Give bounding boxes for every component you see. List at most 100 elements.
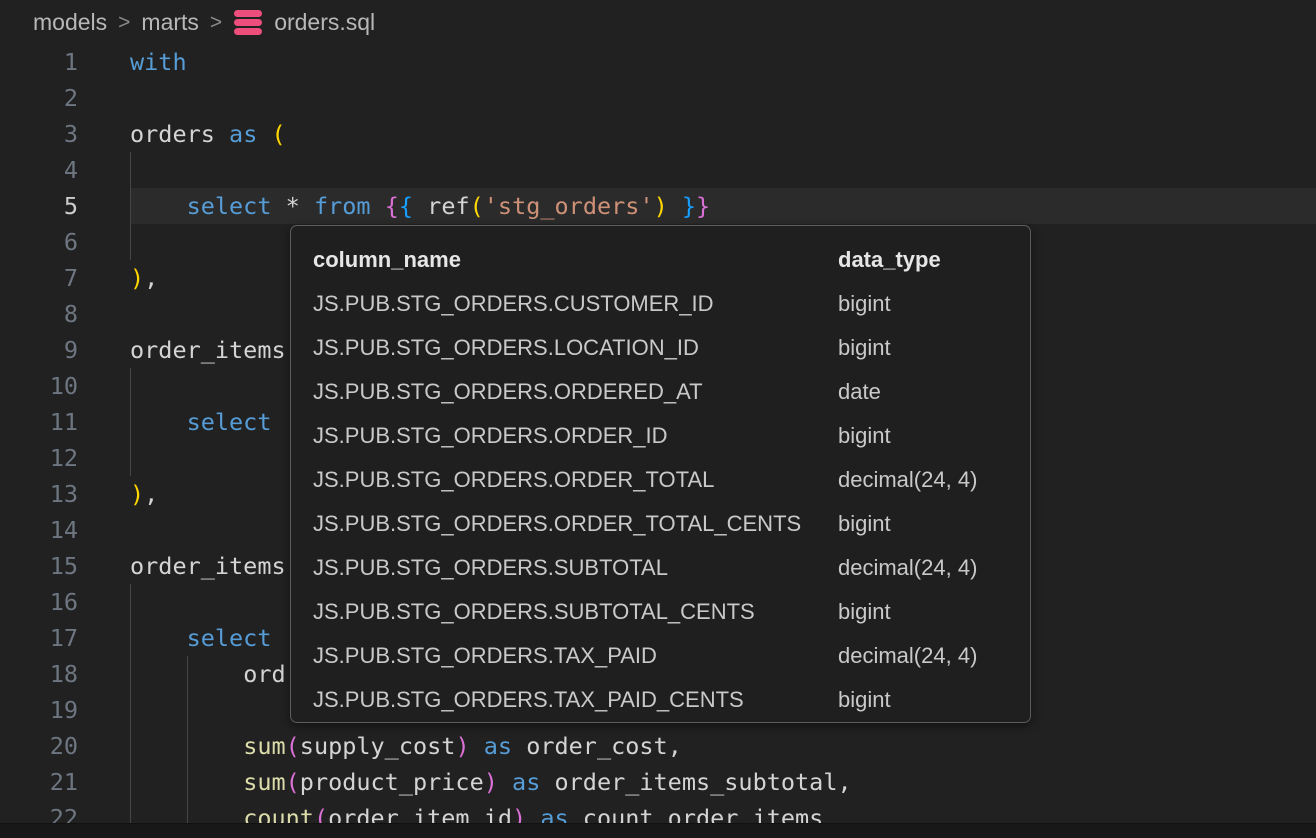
token-b1: ( xyxy=(272,120,286,148)
line-number-15: 15 xyxy=(0,552,130,580)
token-id: order_items_subtotal xyxy=(555,768,838,796)
token-pl: , xyxy=(144,480,158,508)
token-ws xyxy=(371,192,385,220)
token-ws xyxy=(512,732,526,760)
line-number-3: 3 xyxy=(0,120,130,148)
line-number-12: 12 xyxy=(0,444,130,472)
line-number-8: 8 xyxy=(0,300,130,328)
token-b3: } xyxy=(682,192,696,220)
token-b2: ) xyxy=(455,732,469,760)
line-number-5: 5 xyxy=(0,192,130,220)
breadcrumb-item-marts[interactable]: marts xyxy=(141,9,199,36)
code-line-3[interactable]: 3orders as ( xyxy=(0,116,1316,152)
popup-cell-column-name: JS.PUB.STG_ORDERS.ORDER_ID xyxy=(313,423,838,449)
indent-guide xyxy=(130,152,131,260)
token-kw: as xyxy=(540,804,568,823)
code-line-1[interactable]: 1with xyxy=(0,44,1316,80)
line-number-4: 4 xyxy=(0,156,130,184)
chevron-right-icon: > xyxy=(118,10,130,35)
token-kw: select xyxy=(187,624,272,652)
popup-cell-column-name: JS.PUB.STG_ORDERS.SUBTOTAL xyxy=(313,555,838,581)
token-pl: , xyxy=(837,768,851,796)
popup-cell-column-name: JS.PUB.STG_ORDERS.TAX_PAID xyxy=(313,643,838,669)
editor-window: models > marts > orders.sql 1with23order… xyxy=(0,0,1316,838)
code-text[interactable]: sum(supply_cost) as order_cost, xyxy=(130,728,1316,764)
token-b2: ) xyxy=(484,768,498,796)
line-number-14: 14 xyxy=(0,516,130,544)
token-ws xyxy=(300,192,314,220)
token-id: ref xyxy=(427,192,469,220)
token-ws xyxy=(271,192,285,220)
token-ws xyxy=(130,624,187,652)
token-id: order_item_id xyxy=(328,804,512,823)
code-line-2[interactable]: 2 xyxy=(0,80,1316,116)
token-fn: sum xyxy=(243,732,285,760)
breadcrumb-item-filename[interactable]: orders.sql xyxy=(274,9,375,36)
token-b2: } xyxy=(696,192,710,220)
breadcrumb: models > marts > orders.sql xyxy=(0,0,1316,44)
popup-header-column-name: column_name xyxy=(313,247,838,273)
code-text[interactable]: with xyxy=(130,44,1316,80)
token-id: order_items xyxy=(130,552,286,580)
token-b3: { xyxy=(399,192,413,220)
chevron-right-icon: > xyxy=(210,10,222,35)
popup-header-data-type: data_type xyxy=(838,247,1008,273)
popup-cell-column-name: JS.PUB.STG_ORDERS.TAX_PAID_CENTS xyxy=(313,687,838,713)
popup-cell-column-name: JS.PUB.STG_ORDERS.SUBTOTAL_CENTS xyxy=(313,599,838,625)
token-ws xyxy=(215,120,229,148)
code-text[interactable]: orders as ( xyxy=(130,116,1316,152)
token-b1: ( xyxy=(470,192,484,220)
token-kw: as xyxy=(512,768,540,796)
token-str: 'stg_orders' xyxy=(484,192,654,220)
indent-guide xyxy=(187,656,188,823)
token-b1: ) xyxy=(654,192,668,220)
popup-cell-data-type: decimal(24, 4) xyxy=(838,467,1008,493)
line-number-7: 7 xyxy=(0,264,130,292)
popup-cell-data-type: date xyxy=(838,379,1008,405)
code-text[interactable]: count(order_item_id) as count_order_item… xyxy=(130,800,1316,823)
popup-cell-column-name: JS.PUB.STG_ORDERS.CUSTOMER_ID xyxy=(313,291,838,317)
token-id: orders xyxy=(130,120,215,148)
line-number-17: 17 xyxy=(0,624,130,652)
line-number-22: 22 xyxy=(0,804,130,823)
line-number-16: 16 xyxy=(0,588,130,616)
popup-cell-data-type: bigint xyxy=(838,423,1008,449)
token-pl: , xyxy=(144,264,158,292)
code-text[interactable]: select * from {{ ref('stg_orders') }} xyxy=(130,188,1316,224)
line-number-6: 6 xyxy=(0,228,130,256)
token-ws xyxy=(257,120,271,148)
line-number-10: 10 xyxy=(0,372,130,400)
code-line-20[interactable]: 20 sum(supply_cost) as order_cost, xyxy=(0,728,1316,764)
token-b2: ( xyxy=(286,768,300,796)
token-ws xyxy=(470,732,484,760)
token-b2: ) xyxy=(512,804,526,823)
popup-cell-data-type: decimal(24, 4) xyxy=(838,643,1008,669)
breadcrumb-item-models[interactable]: models xyxy=(33,9,107,36)
token-ws xyxy=(540,768,554,796)
popup-cell-data-type: decimal(24, 4) xyxy=(838,555,1008,581)
token-id: count_order_items xyxy=(583,804,824,823)
token-kw: from xyxy=(314,192,371,220)
code-line-5[interactable]: 5 select * from {{ ref('stg_orders') }} xyxy=(0,188,1316,224)
token-id: order_items xyxy=(130,336,286,364)
code-text[interactable]: sum(product_price) as order_items_subtot… xyxy=(130,764,1316,800)
popup-table: column_namedata_typeJS.PUB.STG_ORDERS.CU… xyxy=(313,238,1008,722)
code-text[interactable] xyxy=(130,152,1316,188)
line-number-1: 1 xyxy=(0,48,130,76)
indent-guide xyxy=(130,584,131,823)
popup-cell-column-name: JS.PUB.STG_ORDERS.ORDER_TOTAL xyxy=(313,467,838,493)
token-id: supply_cost xyxy=(300,732,456,760)
line-number-11: 11 xyxy=(0,408,130,436)
token-b2: ( xyxy=(286,732,300,760)
line-number-18: 18 xyxy=(0,660,130,688)
code-editor[interactable]: 1with23orders as (45 select * from {{ re… xyxy=(0,44,1316,823)
token-id: product_price xyxy=(300,768,484,796)
token-ws xyxy=(130,408,187,436)
code-text[interactable] xyxy=(130,80,1316,116)
code-line-21[interactable]: 21 sum(product_price) as order_items_sub… xyxy=(0,764,1316,800)
code-line-4[interactable]: 4 xyxy=(0,152,1316,188)
code-line-22[interactable]: 22 count(order_item_id) as count_order_i… xyxy=(0,800,1316,823)
popup-cell-data-type: bigint xyxy=(838,511,1008,537)
token-ws xyxy=(498,768,512,796)
token-fn: count xyxy=(243,804,314,823)
